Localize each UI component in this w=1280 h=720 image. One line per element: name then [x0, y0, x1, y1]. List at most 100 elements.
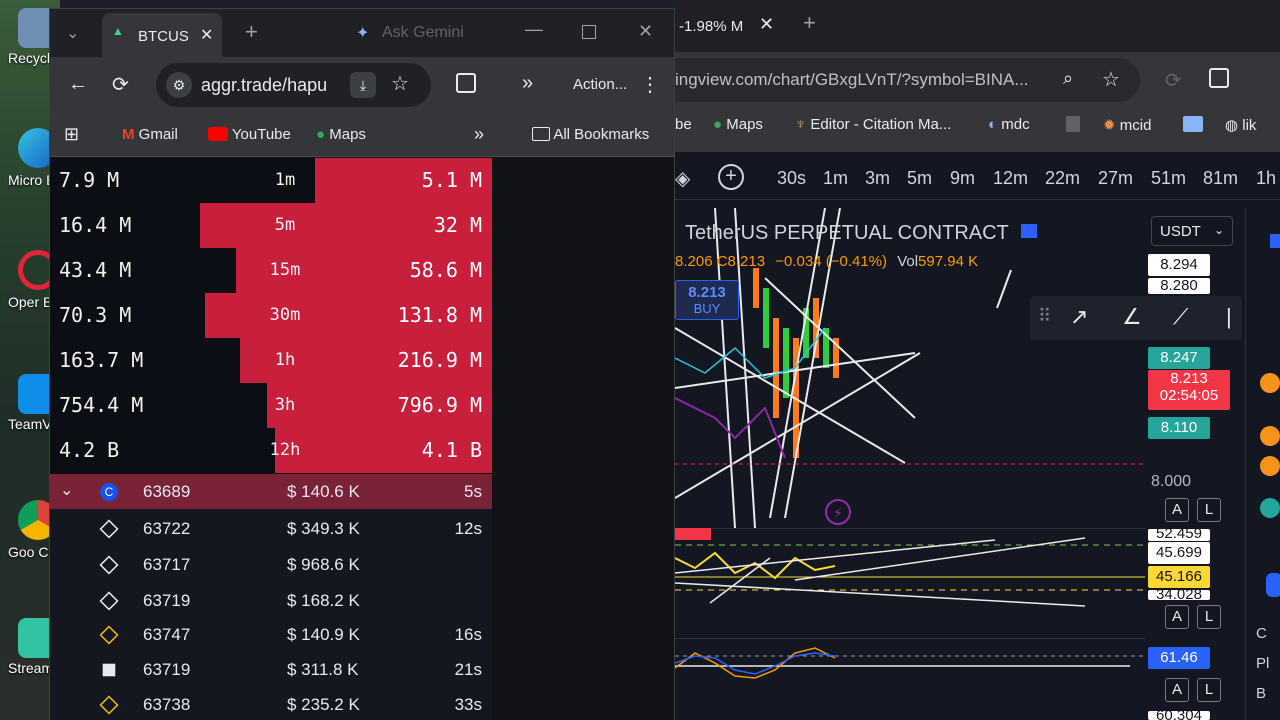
bookmark-gmail[interactable]: M Gmail	[122, 126, 178, 143]
bookmark-mcid[interactable]: ✹ mcid	[1103, 116, 1151, 134]
bookmark-citation[interactable]: ♆ Editor - Citation Ma...	[795, 116, 951, 133]
interval-1m[interactable]: 1m	[823, 168, 848, 189]
interval-27m[interactable]: 27m	[1098, 168, 1133, 189]
actions-button[interactable]: Action...	[573, 76, 627, 93]
bookmark-cloud-icon[interactable]	[1183, 116, 1203, 132]
log-scale-button[interactable]: L	[1197, 605, 1221, 629]
aggr-address-bar[interactable]: ⚙ aggr.trade/hapu ⤓ ☆	[156, 63, 431, 107]
stats-interval: 12h	[269, 440, 301, 460]
kebab-menu-icon[interactable]: ⋮	[640, 72, 660, 97]
new-tab-icon[interactable]: +	[803, 10, 816, 38]
auto-scale-button[interactable]: A	[1165, 678, 1189, 702]
trendline-tool-icon[interactable]: ⟋	[1173, 304, 1188, 330]
interval-3m[interactable]: 3m	[865, 168, 890, 189]
trade-price: 63717	[143, 555, 191, 574]
sync-icon[interactable]: ⟳	[1165, 68, 1182, 93]
indicator-icon[interactable]: ◈	[675, 166, 690, 191]
chevron-down-icon[interactable]: ⌄	[60, 480, 73, 500]
trade-age: 16s	[454, 625, 482, 644]
ohlc-legend: 8.206 C8.213 −0.034 (−0.41%) Vol597.94 K	[675, 253, 979, 270]
bookmark-lik[interactable]: ◍ lik	[1225, 116, 1256, 134]
candle	[773, 318, 779, 418]
interval-30s[interactable]: 30s	[777, 168, 806, 189]
ask-gemini-button[interactable]: Ask Gemini	[382, 24, 464, 42]
interval-22m[interactable]: 22m	[1045, 168, 1080, 189]
auto-scale-button[interactable]: A	[1165, 605, 1189, 629]
trade-amount: $ 311.8 K	[287, 660, 359, 679]
bookmark-folder-icon[interactable]	[1066, 116, 1080, 132]
buy-button[interactable]: 8.213 BUY	[675, 280, 739, 320]
auto-scale-button[interactable]: A	[1165, 498, 1189, 522]
interval-9m[interactable]: 9m	[950, 168, 975, 189]
bookmark-youtube[interactable]: YouTube	[208, 126, 291, 143]
tv-tab-title[interactable]: -1.98% M	[679, 18, 743, 46]
close-icon[interactable]: ✕	[200, 25, 213, 45]
drag-handle-icon[interactable]: ⠿	[1038, 306, 1051, 327]
coin-icon[interactable]	[1260, 426, 1280, 446]
star-icon[interactable]: ☆	[391, 71, 409, 96]
chart-area[interactable]: ⚡ TetherUS PERPETUAL CONTRACT 8.206 C8.2…	[675, 208, 1245, 720]
gmail-icon: M	[122, 126, 135, 143]
angle-tool-icon[interactable]: ∠	[1122, 304, 1142, 330]
tab-active[interactable]: ▲ BTCUSI ✕	[102, 13, 222, 57]
interval-81m[interactable]: 81m	[1203, 168, 1238, 189]
trade-row: 63717 $ 968.6 K	[50, 547, 492, 582]
all-bookmarks-button[interactable]: All Bookmarks	[532, 126, 649, 143]
reload-icon[interactable]: ⟳	[112, 72, 129, 97]
trendline	[675, 582, 1086, 607]
tv-address-bar[interactable]: ingview.com/chart/GBxgLVnT/?symbol=BINA.…	[675, 58, 1140, 102]
extension-icon[interactable]	[456, 73, 476, 93]
bookmark-mdc[interactable]: ◐ mdc	[988, 116, 1030, 133]
flag-icon[interactable]	[1021, 224, 1037, 238]
right-sidebar: C Pl B	[1245, 208, 1280, 720]
stats-sell-volume: 4.1 B	[421, 438, 482, 462]
interval-12m[interactable]: 12m	[993, 168, 1028, 189]
coin-icon[interactable]	[1260, 498, 1280, 518]
trade-age: 5s	[464, 482, 482, 501]
bookmark-maps[interactable]: ● Maps	[316, 126, 366, 143]
interval-51m[interactable]: 51m	[1151, 168, 1186, 189]
stats-sell-volume: 216.9 M	[397, 348, 482, 372]
stats-interval: 15m	[269, 260, 301, 280]
zoom-icon[interactable]: ⌕	[1063, 68, 1073, 89]
interval-1h[interactable]: 1h	[1256, 168, 1276, 189]
close-window-icon[interactable]: ✕	[638, 21, 653, 42]
vertical-line-tool-icon[interactable]: |	[1226, 304, 1232, 330]
coin-icon[interactable]	[1260, 456, 1280, 476]
currency-select[interactable]: USDT ⌄	[1151, 216, 1233, 246]
trendline	[675, 327, 906, 464]
close-icon[interactable]: ✕	[759, 14, 774, 42]
trade-price: 63719	[143, 591, 191, 610]
arrow-tool-icon[interactable]: ↗	[1070, 304, 1088, 330]
log-scale-button[interactable]: L	[1197, 678, 1221, 702]
bookmark-be[interactable]: be	[675, 116, 692, 133]
minimize-icon[interactable]: —	[525, 19, 543, 40]
pane-separator	[675, 638, 1145, 639]
notification-icon[interactable]	[1266, 573, 1280, 597]
extension-icon[interactable]	[1209, 68, 1229, 88]
stats-buy-volume: 754.4 M	[59, 393, 144, 417]
install-app-icon[interactable]: ⤓	[350, 72, 376, 98]
watchlist-icon[interactable]	[1270, 234, 1280, 248]
stats-sell-volume: 58.6 M	[409, 258, 482, 282]
back-icon[interactable]: ←	[68, 73, 88, 96]
log-scale-button[interactable]: L	[1197, 498, 1221, 522]
add-symbol-icon[interactable]: +	[718, 164, 744, 190]
apps-grid-icon[interactable]: ⊞	[64, 124, 79, 145]
gemini-icon[interactable]: ✦	[356, 23, 369, 43]
trade-row: 63738 $ 235.2 K 33s	[50, 687, 492, 720]
coin-icon[interactable]	[1260, 373, 1280, 393]
tv-bookmarks-bar: be ● Maps ♆ Editor - Citation Ma... ◐ md…	[675, 104, 1280, 146]
drawing-toolbar: ⠿ ↗ ∠ ⟋ |	[1030, 296, 1242, 340]
star-icon[interactable]: ☆	[1102, 67, 1120, 92]
more-extensions-icon[interactable]: »	[522, 72, 533, 95]
interval-5m[interactable]: 5m	[907, 168, 932, 189]
site-info-icon[interactable]: ⚙	[166, 72, 192, 98]
tab-search-icon[interactable]: ⌄	[66, 23, 79, 43]
maximize-icon[interactable]	[582, 25, 596, 39]
more-bookmarks-icon[interactable]: »	[474, 124, 484, 145]
symbol-title[interactable]: TetherUS PERPETUAL CONTRACT	[685, 222, 1009, 245]
stats-buy-volume: 16.4 M	[59, 213, 132, 237]
bookmark-maps[interactable]: ● Maps	[713, 116, 763, 133]
new-tab-icon[interactable]: +	[245, 19, 258, 45]
